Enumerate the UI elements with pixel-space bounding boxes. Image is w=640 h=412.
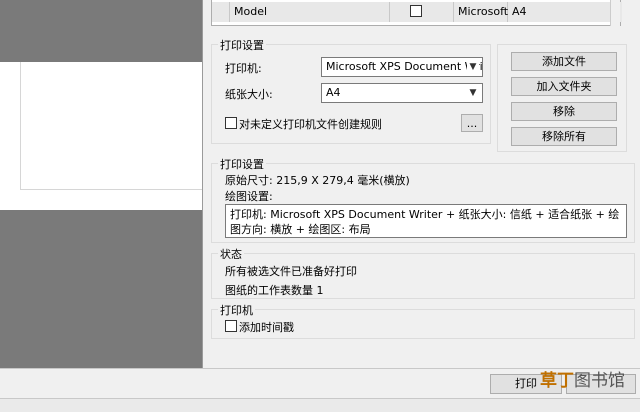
row-checkbox-cell <box>390 2 454 22</box>
group-title: 状态 <box>218 246 244 262</box>
add-file-button[interactable]: 添加文件 <box>511 52 617 71</box>
paper-label: 纸张大小: <box>225 88 273 101</box>
watermark-brand: 草丁 <box>540 371 574 391</box>
group-title: 打印机 <box>218 302 255 318</box>
batch-print-dialog: Model Microsoft A4 打印设置 打印机: Microsoft X… <box>202 0 640 368</box>
timestamp-checkbox[interactable] <box>225 320 237 332</box>
row-marker <box>212 2 230 22</box>
plot-settings-label: 绘图设置: <box>225 190 273 203</box>
row-paper: A4 <box>512 5 527 18</box>
chevron-down-icon: ▼ <box>467 58 479 76</box>
rule-checkbox-label: 对未定义打印机文件创建规则 <box>239 118 382 131</box>
taskbar <box>0 398 640 412</box>
status-line-1: 所有被选文件已准备好打印 <box>225 265 357 278</box>
add-folder-button[interactable]: 加入文件夹 <box>511 77 617 96</box>
row-name: Model <box>230 2 390 22</box>
paper-select[interactable]: A4 ▼ <box>321 83 483 103</box>
preview-page <box>20 62 202 190</box>
list-scrollbar[interactable] <box>610 0 620 26</box>
printer-label: 打印机: <box>225 62 262 75</box>
paper-select-value: A4 <box>326 86 341 99</box>
watermark-suffix: 图书馆 <box>574 371 625 391</box>
chevron-down-icon: ▼ <box>467 84 479 102</box>
original-size-text: 原始尺寸: 215,9 X 279,4 毫米(横放) <box>225 174 410 187</box>
preview-sheet <box>0 62 202 210</box>
watermark: 草丁图书馆 <box>540 366 625 391</box>
group-title: 打印设置 <box>218 37 266 53</box>
remove-all-button[interactable]: 移除所有 <box>511 127 617 146</box>
status-line-2: 图纸的工作表数量 1 <box>225 284 324 297</box>
timestamp-label: 添加时间戳 <box>239 321 294 334</box>
rule-browse-button[interactable]: ... <box>461 114 483 132</box>
row-printer: Microsoft <box>454 2 508 22</box>
rule-checkbox[interactable] <box>225 117 237 129</box>
table-row[interactable]: Model Microsoft A4 <box>212 2 622 22</box>
plot-settings-text: 打印机: Microsoft XPS Document Writer + 纸张大… <box>225 204 627 238</box>
printer-select-value: Microsoft XPS Document Writ <box>326 60 483 73</box>
row-checkbox[interactable] <box>410 5 422 17</box>
printer-select[interactable]: Microsoft XPS Document Writ ▼ <box>321 57 483 77</box>
file-list[interactable]: Model Microsoft A4 <box>211 0 622 26</box>
group-title: 打印设置 <box>218 156 266 172</box>
remove-button[interactable]: 移除 <box>511 102 617 121</box>
